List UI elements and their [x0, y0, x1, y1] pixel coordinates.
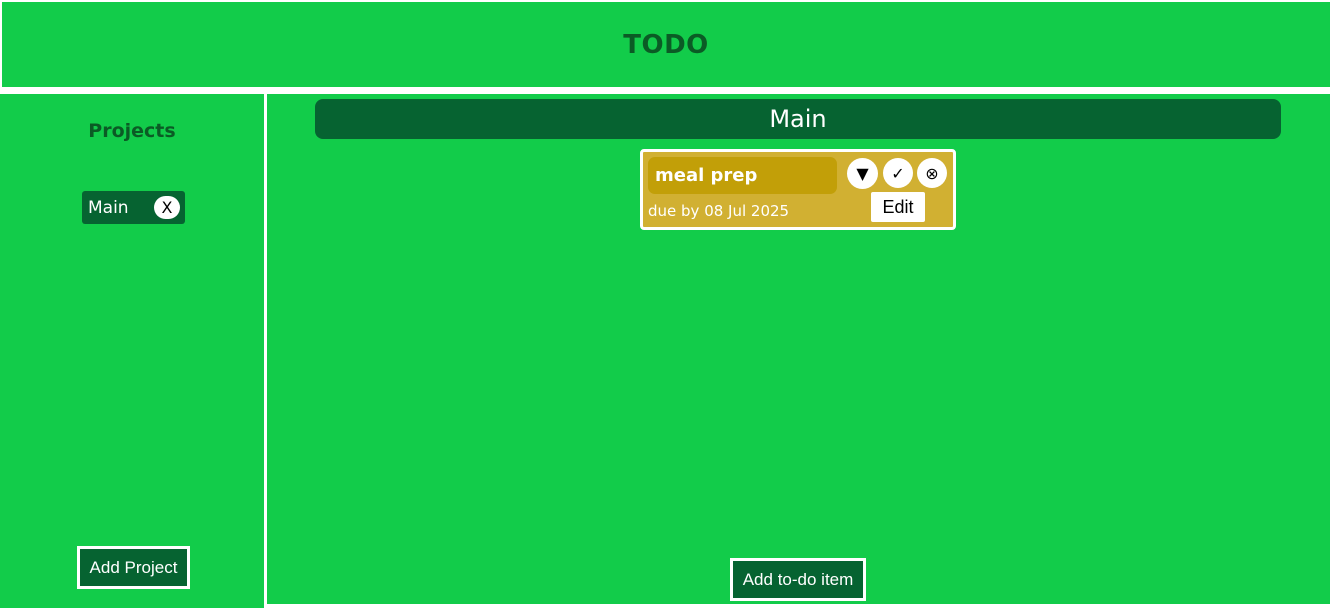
todo-card: meal prep ▼ ✓ ⊗ due by 08 Jul 2025 Edit [640, 149, 956, 230]
todo-due-date: due by 08 Jul 2025 [648, 202, 790, 220]
app-title: TODO [623, 29, 709, 60]
app-header: TODO [0, 2, 1330, 87]
projects-sidebar [0, 94, 264, 608]
checkmark-icon[interactable]: ✓ [883, 158, 913, 188]
todo-title: meal prep [648, 157, 837, 194]
add-todo-button[interactable]: Add to-do item [730, 558, 866, 601]
add-project-button[interactable]: Add Project [77, 546, 190, 589]
projects-heading: Projects [88, 120, 176, 142]
project-title: Main [315, 99, 1281, 139]
delete-project-button[interactable]: X [154, 196, 180, 219]
project-item-main[interactable]: Main X [82, 191, 185, 224]
expand-icon[interactable]: ▼ [847, 158, 878, 189]
circle-x-icon[interactable]: ⊗ [917, 158, 947, 188]
edit-button[interactable]: Edit [871, 192, 925, 222]
project-item-label: Main [88, 197, 129, 218]
